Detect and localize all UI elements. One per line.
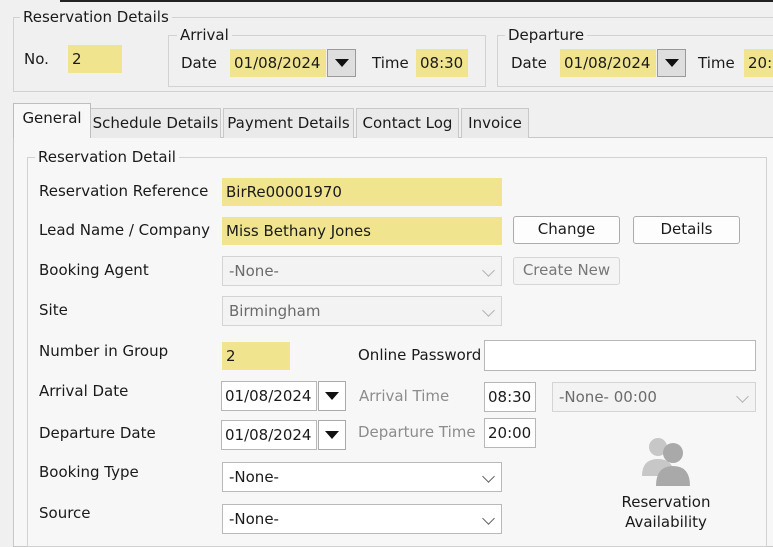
- lead-name-label: Lead Name / Company: [39, 221, 211, 239]
- departure-date-input[interactable]: 01/08/2024: [221, 420, 317, 450]
- chevron-down-icon: [334, 59, 349, 67]
- departure-time-input[interactable]: 20:00: [484, 418, 536, 448]
- arrival-time-label: Time: [372, 54, 409, 72]
- tab-schedule-details[interactable]: Schedule Details: [90, 108, 221, 138]
- online-password-input[interactable]: [484, 340, 756, 371]
- arrival-date-label: Date: [181, 54, 217, 72]
- departure-date-dropdown[interactable]: [318, 420, 346, 450]
- lead-name-field[interactable]: Miss Bethany Jones: [222, 217, 502, 245]
- no-label: No.: [24, 50, 49, 68]
- online-password-label: Online Password: [358, 346, 482, 364]
- site-label: Site: [39, 301, 68, 319]
- booking-type-select[interactable]: -None-: [222, 462, 502, 492]
- tab-general[interactable]: General: [13, 103, 91, 138]
- chevron-down-icon: [736, 390, 749, 403]
- chevron-down-icon: [482, 470, 495, 483]
- booking-agent-value: -None-: [229, 262, 279, 280]
- arrival-slot-select: -None- 00:00: [552, 382, 756, 412]
- top-departure-date-field[interactable]: 01/08/2024: [560, 49, 656, 77]
- tab-contact-log[interactable]: Contact Log: [356, 108, 459, 138]
- departure-group-title: Departure: [505, 26, 588, 44]
- window-top-edge: [60, 0, 773, 2]
- tab-invoice[interactable]: Invoice: [461, 108, 529, 138]
- reservation-details-title: Reservation Details: [20, 8, 172, 26]
- departure-date-label: Date: [511, 54, 547, 72]
- reservation-no-field[interactable]: 2: [68, 45, 122, 73]
- app-logo-icon: [30, 0, 52, 14]
- chevron-down-icon: [482, 512, 495, 525]
- chevron-down-icon: [325, 392, 339, 400]
- source-label: Source: [39, 504, 91, 522]
- chevron-down-icon: [482, 264, 495, 277]
- top-departure-date-dropdown[interactable]: [657, 49, 686, 77]
- site-value: Birmingham: [229, 302, 321, 320]
- booking-type-value: -None-: [229, 468, 279, 486]
- arrival-time-input[interactable]: 08:30: [484, 382, 536, 412]
- arrival-group-title: Arrival: [177, 26, 232, 44]
- details-button[interactable]: Details: [633, 216, 740, 244]
- top-arrival-time-field[interactable]: 08:30: [416, 49, 468, 77]
- site-select: Birmingham: [222, 296, 502, 326]
- reservation-detail-title: Reservation Detail: [35, 148, 179, 166]
- reservation-availability-button[interactable]: Reservation Availability: [610, 432, 722, 536]
- create-new-button: Create New: [513, 257, 620, 285]
- booking-agent-label: Booking Agent: [39, 261, 149, 279]
- arrival-slot-value: -None- 00:00: [559, 388, 657, 406]
- chevron-down-icon: [325, 431, 339, 439]
- top-arrival-date-field[interactable]: 01/08/2024: [230, 49, 326, 77]
- number-in-group-field[interactable]: 2: [222, 342, 290, 370]
- reservation-reference-field[interactable]: BirRe00001970: [222, 178, 502, 206]
- change-button[interactable]: Change: [513, 216, 620, 244]
- users-group-icon: [610, 432, 722, 492]
- departure-time-form-label: Departure Time: [358, 423, 476, 441]
- chevron-down-icon: [482, 304, 495, 317]
- arrival-date-form-label: Arrival Date: [39, 382, 129, 400]
- source-value: -None-: [229, 510, 279, 528]
- reservation-reference-label: Reservation Reference: [39, 182, 209, 200]
- availability-line1: Reservation: [621, 493, 711, 511]
- arrival-date-dropdown[interactable]: [318, 381, 346, 411]
- number-in-group-label: Number in Group: [39, 342, 169, 360]
- top-departure-time-field[interactable]: 20:0: [744, 49, 773, 77]
- arrival-time-form-label: Arrival Time: [359, 387, 450, 405]
- departure-time-label: Time: [698, 54, 735, 72]
- booking-agent-select: -None-: [222, 256, 502, 286]
- arrival-date-input[interactable]: 01/08/2024: [221, 381, 317, 411]
- availability-line2: Availability: [625, 513, 707, 531]
- top-arrival-date-dropdown[interactable]: [327, 49, 356, 77]
- source-select[interactable]: -None-: [222, 504, 502, 534]
- tab-payment-details[interactable]: Payment Details: [223, 108, 354, 138]
- departure-date-form-label: Departure Date: [39, 424, 156, 442]
- booking-type-label: Booking Type: [39, 463, 139, 481]
- chevron-down-icon: [664, 59, 679, 67]
